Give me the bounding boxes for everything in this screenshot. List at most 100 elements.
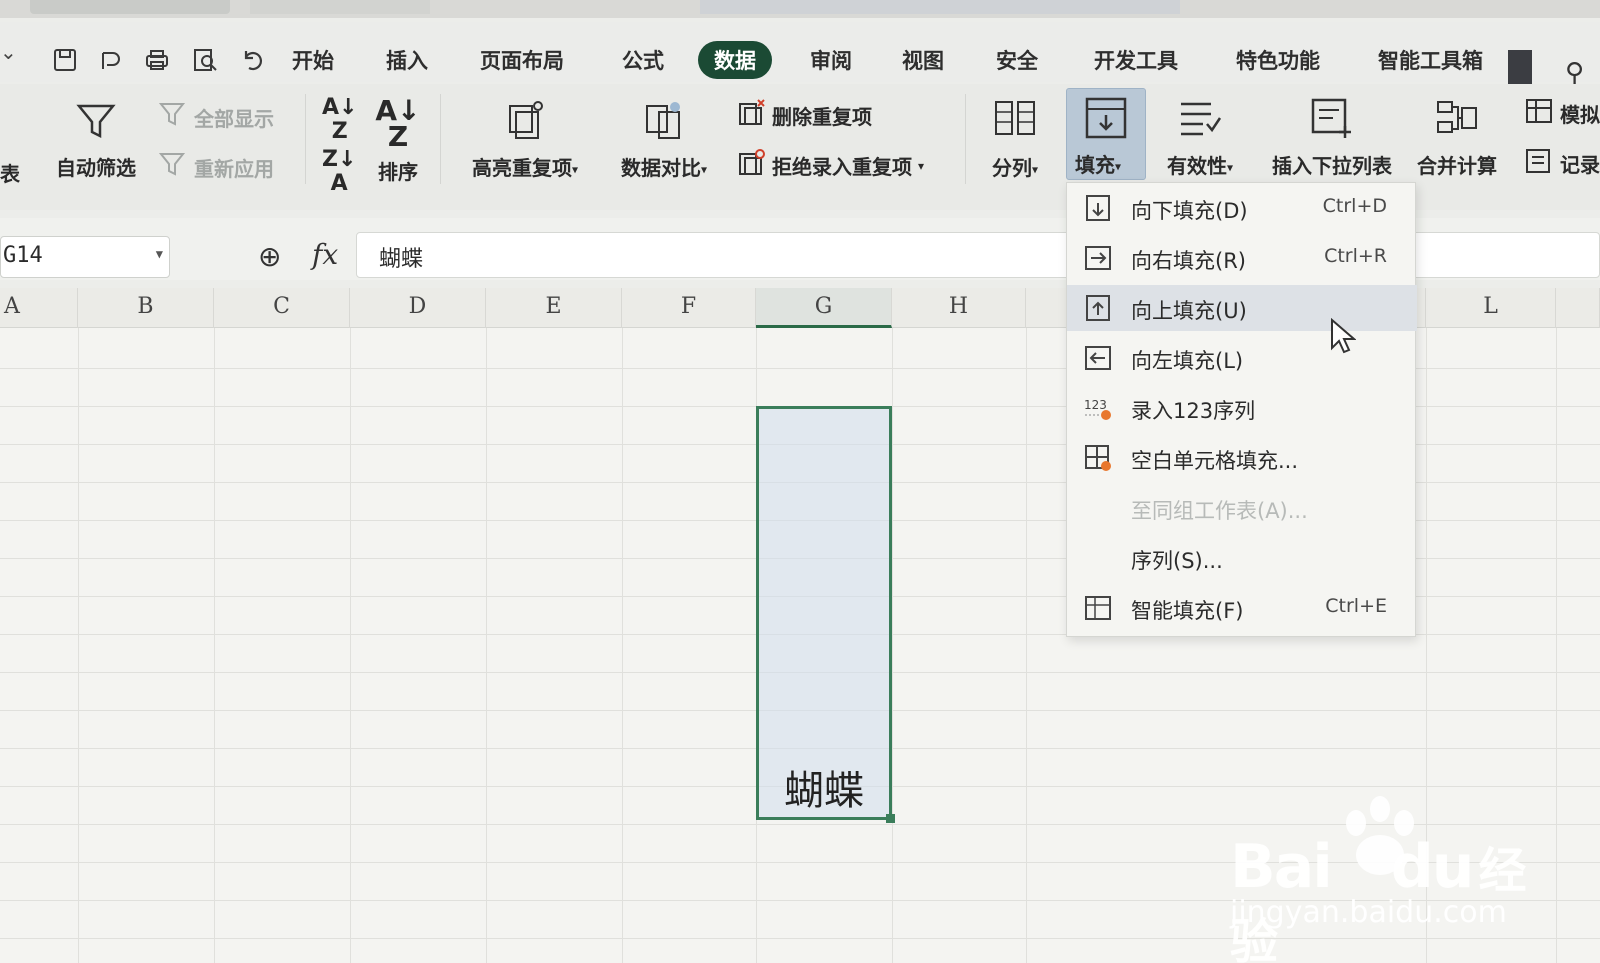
formula-content: 蝴蝶 [379,247,424,272]
menu-item-series[interactable]: 序列(S)... [1067,535,1417,581]
column-header-e[interactable]: E [486,288,622,328]
ribbon-partial-label: 表 [0,162,20,186]
menu-item-shortcut: Ctrl+D [1322,195,1387,217]
menu-item-label: 向左填充(L) [1131,349,1244,373]
data-compare-button[interactable]: 数据对比▾ [608,98,720,181]
auto-filter-button[interactable]: 自动筛选 [50,98,142,181]
column-header-a[interactable]: A [0,288,78,328]
record-button[interactable]: 记录 [1524,146,1600,181]
fill-left-icon [1083,343,1113,373]
sort-descending-icon[interactable]: Z↓ A [322,148,356,196]
blank-cell-fill-icon [1083,443,1113,473]
sort-button[interactable]: A↓ Z 排序 [368,97,428,185]
remove-duplicates-icon [736,98,766,133]
export-icon[interactable] [98,47,124,73]
menu-item-label: 智能填充(F) [1131,599,1244,623]
fill-dropdown-menu: 向下填充(D) Ctrl+D 向右填充(R) Ctrl+R 向上填充(U) 向左… [1066,182,1417,637]
menu-item-label: 录入123序列 [1131,399,1256,423]
data-compare-icon [608,98,720,142]
chevron-down-icon[interactable]: ⌄ [0,40,17,64]
highlight-duplicates-icon [458,98,592,142]
function-icon[interactable]: fx [312,238,338,271]
chevron-down-icon[interactable]: ▼ [156,247,163,261]
validity-label: 有效性 [1166,154,1227,178]
fill-down-icon [1083,95,1129,145]
menu-item-label: 序列(S)... [1131,549,1223,573]
tab-home[interactable]: 开始 [292,45,334,75]
merge-calculation-icon [1410,96,1504,140]
smart-fill-icon [1083,593,1113,623]
column-header-next[interactable] [1556,288,1600,328]
menu-item-label: 向下填充(D) [1131,199,1248,223]
more-tabs-button[interactable] [1508,50,1532,88]
merge-calculation-label: 合并计算 [1417,154,1497,178]
column-header-h[interactable]: H [892,288,1026,328]
tab-insert[interactable]: 插入 [386,45,428,75]
menu-item-shortcut: Ctrl+R [1324,245,1387,267]
menu-item-fill-right[interactable]: 向右填充(R) Ctrl+R [1067,235,1417,281]
baidu-jingyan-watermark: Bai du 经验 jingyan.baidu.com [1230,795,1560,963]
cell-g14[interactable]: 蝴蝶 [784,758,864,816]
tab-view[interactable]: 视图 [902,45,944,75]
undo-icon[interactable] [240,47,266,73]
menu-item-smart-fill[interactable]: 智能填充(F) Ctrl+E [1067,585,1417,631]
fill-button[interactable]: 填充▾ [1066,88,1146,180]
tab-smart-toolbox[interactable]: 智能工具箱 [1378,45,1483,75]
simulate-button[interactable]: 模拟 [1524,96,1600,131]
highlight-duplicates-button[interactable]: 高亮重复项▾ [458,98,592,181]
number-series-icon: 123 [1083,393,1113,423]
menu-item-enter-123-series[interactable]: 123 录入123序列 [1067,385,1417,431]
menu-item-fill-down[interactable]: 向下填充(D) Ctrl+D [1067,185,1417,231]
tab-review[interactable]: 审阅 [810,45,852,75]
column-header-g[interactable]: G [756,288,892,328]
print-icon[interactable] [144,47,170,73]
reapply-button[interactable]: 重新应用 [158,150,274,185]
menu-item-label: 向右填充(R) [1131,249,1246,273]
merge-calculation-button[interactable]: 合并计算 [1410,96,1504,179]
zoom-search-icon[interactable]: ⊕ [258,240,281,273]
svg-text:123: 123 [1084,398,1107,412]
tab-formulas[interactable]: 公式 [622,45,664,75]
menu-item-to-grouped-sheets: 至同组工作表(A)... [1067,485,1417,531]
show-all-button[interactable]: 全部显示 [158,100,274,135]
menu-item-fill-blank-cells[interactable]: 空白单元格填充... [1067,435,1417,481]
show-all-label: 全部显示 [194,107,274,131]
validity-button[interactable]: 有效性▾ [1158,96,1242,179]
tab-data[interactable]: 数据 [698,41,772,79]
menu-item-fill-left[interactable]: 向左填充(L) [1067,335,1417,381]
insert-dropdown-list-button[interactable]: 插入下拉列表 [1264,96,1400,179]
window-tab[interactable] [700,0,1180,14]
window-tab[interactable] [30,0,230,14]
tab-developer[interactable]: 开发工具 [1094,45,1178,75]
tab-page-layout[interactable]: 页面布局 [480,45,564,75]
tab-special-features[interactable]: 特色功能 [1236,45,1320,75]
fill-handle[interactable] [886,814,895,823]
insert-dropdown-list-label: 插入下拉列表 [1272,154,1392,178]
column-header-b[interactable]: B [78,288,214,328]
menu-item-label: 空白单元格填充... [1131,449,1299,473]
menu-item-shortcut: Ctrl+E [1325,595,1387,617]
record-icon [1524,146,1554,181]
reapply-label: 重新应用 [194,157,274,181]
window-tab-strip [0,0,1600,18]
sort-ascending-icon[interactable]: A↓ Z [322,96,357,144]
column-header-c[interactable]: C [214,288,350,328]
data-compare-label: 数据对比 [620,156,701,180]
remove-duplicates-button[interactable]: 删除重复项 [736,98,872,133]
name-box[interactable]: G14 ▼ [0,236,170,278]
column-header-f[interactable]: F [622,288,756,328]
column-header-l[interactable]: L [1426,288,1556,328]
highlight-duplicates-label: 高亮重复项 [471,156,572,180]
tab-security[interactable]: 安全 [996,45,1038,75]
save-icon[interactable] [52,47,78,73]
menu-item-fill-up[interactable]: 向上填充(U) [1067,285,1417,331]
reject-duplicates-button[interactable]: 拒绝录入重复项 ▾ [736,148,924,183]
reject-duplicates-icon [736,148,766,183]
window-tab[interactable] [250,0,430,14]
print-preview-icon[interactable] [192,47,218,73]
column-header-d[interactable]: D [350,288,486,328]
filter-icon [50,98,142,144]
auto-filter-label: 自动筛选 [56,156,136,180]
reject-duplicates-label: 拒绝录入重复项 [772,155,912,179]
split-column-button[interactable]: 分列▾ [980,96,1050,181]
